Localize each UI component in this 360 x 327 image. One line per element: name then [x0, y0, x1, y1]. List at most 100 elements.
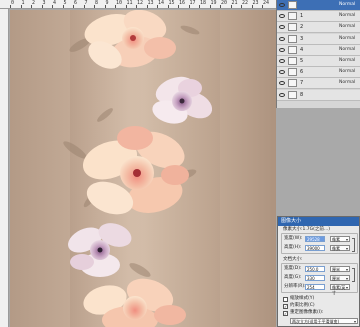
scale-styles-label: 缩放样式(Y)	[290, 296, 315, 301]
ruler-label: 14	[158, 0, 165, 6]
layer-row[interactable]: Normal	[277, 0, 360, 11]
layer-name: 6	[300, 69, 304, 76]
layers-panel: Normal 1 Normal 2 Normal 3 Normal 4 Normal 5 Norma…	[276, 0, 360, 108]
ruler-label: 8	[95, 0, 99, 6]
ruler-tick	[136, 5, 137, 8]
layer-thumbnail	[288, 45, 297, 54]
ruler-tick	[167, 5, 169, 8]
pixel-width-input[interactable]: 29528	[305, 236, 325, 242]
visibility-eye-icon[interactable]	[279, 92, 285, 97]
pixel-width-unit-select[interactable]: 像素	[330, 236, 350, 242]
horizontal-ruler[interactable]: 0 1 2 3 4 5 6 7 8 9 10 11 12 13 14 15 16 17 18 19 20 21 22 23 24	[0, 0, 276, 9]
document-canvas[interactable]	[10, 10, 276, 327]
ruler-label: 12	[137, 0, 144, 6]
constrain-proportions-label: 约束比例(C)	[290, 303, 315, 308]
visibility-eye-icon[interactable]	[279, 3, 285, 7]
layer-blend-mode: Normal	[339, 80, 356, 86]
ruler-tick	[199, 5, 200, 8]
ruler-label: 7	[84, 0, 88, 6]
ruler-label: 19	[210, 0, 217, 6]
ruler-tick	[188, 5, 190, 8]
ruler-label: 2	[32, 0, 36, 6]
ruler-tick	[83, 5, 85, 8]
ruler-tick	[73, 5, 74, 8]
pixel-height-unit-select[interactable]: 像素	[330, 245, 350, 251]
doc-height-unit-select[interactable]: 厘米	[330, 275, 350, 281]
ruler-label: 20	[221, 0, 228, 6]
scale-styles-checkbox[interactable]	[283, 297, 288, 302]
resolution-unit-select[interactable]: 像素/英寸	[330, 284, 350, 295]
doc-width-input[interactable]: 250.0	[305, 266, 325, 272]
layer-row[interactable]: 6 Normal	[277, 67, 360, 79]
layer-name: 2	[300, 24, 304, 31]
resolution-input[interactable]: 254	[305, 284, 325, 290]
ruler-label: 4	[53, 0, 57, 6]
ruler-label: 22	[242, 0, 249, 6]
ruler-tick	[146, 5, 148, 8]
resample-checkbox[interactable]: ✓	[283, 311, 288, 316]
resample-method-select[interactable]: 两次立方(适用于平滑渐变)	[290, 318, 358, 324]
layer-blend-mode: Normal	[339, 46, 356, 52]
ruler-tick	[41, 5, 43, 8]
ruler-tick	[31, 5, 32, 8]
layer-row[interactable]: 8	[277, 89, 360, 101]
layer-thumbnail	[288, 57, 297, 65]
layer-row[interactable]: 3 Normal	[277, 33, 360, 45]
vertical-ruler[interactable]	[0, 9, 9, 327]
layer-blend-mode: Normal	[339, 69, 356, 75]
layer-thumbnail	[288, 1, 297, 9]
visibility-eye-icon[interactable]	[279, 47, 285, 52]
layer-blend-mode: Normal	[339, 58, 356, 63]
pixel-width-label: 宽度(W):	[284, 236, 303, 241]
ruler-label: 17	[189, 0, 196, 6]
ruler-label: 13	[147, 0, 154, 6]
layer-row[interactable]: 1 Normal	[277, 11, 360, 23]
ruler-tick	[10, 5, 11, 8]
ruler-tick	[220, 5, 221, 8]
dialog-title: 图像大小	[281, 218, 302, 224]
ruler-tick	[157, 5, 158, 8]
layer-row[interactable]: 7 Normal	[277, 78, 360, 90]
visibility-eye-icon[interactable]	[279, 81, 285, 86]
dialog-title-bar[interactable]: 图像大小	[278, 217, 359, 226]
ruler-label: 15	[168, 0, 175, 6]
ruler-label: 9	[105, 0, 109, 6]
doc-width-label: 宽度(D):	[284, 266, 302, 271]
layer-blend-mode: Normal	[339, 35, 356, 41]
layer-name: 4	[300, 46, 304, 53]
ruler-label: 21	[231, 0, 238, 6]
doc-height-input[interactable]: 330	[305, 275, 325, 281]
constrain-proportions-checkbox[interactable]: ✓	[283, 304, 288, 309]
visibility-eye-icon[interactable]	[279, 59, 285, 63]
ruler-label: 23	[252, 0, 259, 6]
image-size-dialog: 图像大小 像素大小:1.7G(之前...) 宽度(W): 29528 像素 高度…	[277, 216, 360, 327]
ruler-label: 6	[74, 0, 78, 6]
pixel-height-label: 高度(H):	[284, 245, 302, 250]
doc-width-unit-select[interactable]: 厘米	[330, 266, 350, 272]
visibility-eye-icon[interactable]	[279, 70, 285, 75]
doc-link-icon	[352, 268, 355, 282]
ruler-label: 18	[200, 0, 207, 6]
ruler-tick	[104, 5, 106, 8]
ruler-tick	[62, 5, 64, 8]
visibility-eye-icon[interactable]	[279, 25, 285, 30]
layer-row[interactable]: 5 Normal	[277, 56, 360, 67]
pixel-link-icon	[352, 238, 355, 252]
layer-blend-mode: Normal	[339, 13, 356, 19]
layer-thumbnail	[288, 68, 297, 77]
photoshop-window: 0 1 2 3 4 5 6 7 8 9 10 11 12 13 14 15 16 17 18 19 20 21 22 23 24	[0, 0, 360, 327]
visibility-eye-icon[interactable]	[279, 36, 285, 41]
ruler-label: 5	[63, 0, 67, 6]
layer-blend-mode: Normal	[339, 2, 356, 7]
ruler-label: 0	[11, 0, 15, 6]
layer-thumbnail	[288, 23, 297, 32]
layer-row[interactable]: 4 Normal	[277, 44, 360, 56]
layer-blend-mode: Normal	[339, 24, 356, 30]
layer-thumbnail	[288, 34, 297, 43]
ruler-tick	[178, 5, 179, 8]
layer-row[interactable]: 2 Normal	[277, 22, 360, 34]
ruler-tick	[115, 5, 116, 8]
ruler-tick	[125, 5, 127, 8]
visibility-eye-icon[interactable]	[279, 14, 285, 19]
pixel-height-input[interactable]: 39000	[305, 245, 325, 251]
